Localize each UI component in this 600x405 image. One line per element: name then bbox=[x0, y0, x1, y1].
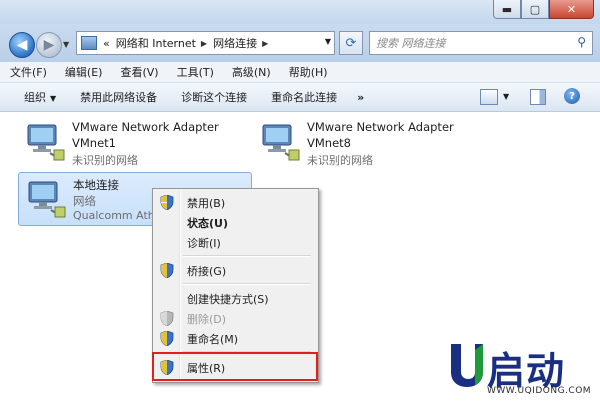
adapter-device: Qualcomm Ath bbox=[73, 209, 155, 222]
menu-item-create-shortcut[interactable]: 创建快捷方式(S) bbox=[155, 288, 315, 308]
menu-item-label: 重命名(M) bbox=[187, 333, 239, 346]
menu-advanced[interactable]: 高级(N) bbox=[226, 64, 277, 80]
adapter-name: VMware Network Adapter bbox=[307, 120, 454, 134]
menu-item-diagnose[interactable]: 诊断(I) bbox=[155, 232, 315, 252]
uqidong-logo: 启动 WWW.UQIDONG.COM bbox=[447, 340, 597, 402]
adapter-device: VMnet8 bbox=[307, 136, 351, 150]
search-icon[interactable]: ⚲ bbox=[577, 35, 586, 49]
adapter-status: 未识别的网络 bbox=[72, 154, 138, 167]
adapter-vmnet8[interactable]: VMware Network Adapter VMnet8 未识别的网络 bbox=[253, 116, 485, 168]
organize-button[interactable]: 组织 ▼ bbox=[24, 89, 56, 105]
diagnose-connection-button[interactable]: 诊断这个连接 bbox=[181, 89, 247, 105]
u-logo-icon bbox=[451, 344, 483, 387]
breadcrumb-network-internet[interactable]: 网络和 Internet bbox=[116, 35, 196, 51]
menu-help[interactable]: 帮助(H) bbox=[283, 64, 334, 80]
adapter-status: 未识别的网络 bbox=[307, 154, 373, 167]
menu-file[interactable]: 文件(F) bbox=[4, 64, 53, 80]
network-adapter-icon bbox=[27, 124, 65, 161]
view-dropdown-icon[interactable]: ▼ bbox=[503, 92, 509, 101]
menu-item-rename[interactable]: 重命名(M) bbox=[155, 328, 315, 348]
maximize-button[interactable]: ▢ bbox=[521, 0, 549, 19]
address-bar[interactable]: « 网络和 Internet ▶ 网络连接 ▶ ▼ bbox=[76, 31, 335, 55]
uac-shield-icon bbox=[160, 195, 174, 210]
close-button[interactable]: ✕ bbox=[549, 0, 594, 19]
properties-highlight-box bbox=[152, 352, 318, 381]
menu-view[interactable]: 查看(V) bbox=[114, 64, 164, 80]
network-folder-icon bbox=[81, 36, 97, 50]
rename-connection-button[interactable]: 重命名此连接 bbox=[271, 89, 337, 105]
adapter-network: 网络 bbox=[73, 194, 96, 208]
logo-url: WWW.UQIDONG.COM bbox=[487, 386, 592, 396]
adapter-device: VMnet1 bbox=[72, 136, 116, 150]
chevron-down-icon: ▼ bbox=[50, 94, 57, 103]
menu-item-bridge[interactable]: 桥接(G) bbox=[155, 260, 315, 280]
disable-device-button[interactable]: 禁用此网络设备 bbox=[80, 89, 157, 105]
navigation-bar: ◀ ▶ ▼ « 网络和 Internet ▶ 网络连接 ▶ ▼ ⟳ 搜索 网络连… bbox=[0, 24, 600, 62]
forward-button[interactable]: ▶ bbox=[36, 32, 62, 58]
search-placeholder: 搜索 网络连接 bbox=[376, 37, 446, 50]
menu-bar: 文件(F) 编辑(E) 查看(V) 工具(T) 高级(N) 帮助(H) bbox=[0, 62, 600, 83]
command-bar: 组织 ▼ 禁用此网络设备 诊断这个连接 重命名此连接 » ▼ ? bbox=[0, 83, 600, 112]
more-commands-button[interactable]: » bbox=[357, 91, 364, 104]
menu-item-status[interactable]: 状态(U) bbox=[155, 212, 315, 232]
menu-item-label: 桥接(G) bbox=[187, 265, 227, 278]
menu-separator bbox=[183, 255, 311, 257]
menu-tools[interactable]: 工具(T) bbox=[171, 64, 220, 80]
menu-item-label: 状态(U) bbox=[187, 217, 228, 230]
uac-shield-icon bbox=[160, 263, 174, 278]
adapter-name: VMware Network Adapter bbox=[72, 120, 219, 134]
adapter-vmnet1[interactable]: VMware Network Adapter VMnet1 未识别的网络 bbox=[18, 116, 250, 168]
uac-shield-icon bbox=[160, 331, 174, 346]
search-input[interactable]: 搜索 网络连接 ⚲ bbox=[369, 31, 593, 55]
breadcrumb-network-connections[interactable]: 网络连接 bbox=[213, 35, 257, 51]
menu-item-label: 创建快捷方式(S) bbox=[187, 293, 269, 306]
change-view-icon[interactable] bbox=[480, 89, 498, 105]
address-overflow[interactable]: « bbox=[103, 37, 110, 50]
back-button[interactable]: ◀ bbox=[9, 32, 35, 58]
breadcrumb-separator-icon[interactable]: ▶ bbox=[201, 39, 207, 48]
recent-pages-dropdown-icon[interactable]: ▼ bbox=[63, 40, 69, 49]
menu-item-label: 删除(D) bbox=[187, 313, 227, 326]
title-bar: ▬ ▢ ✕ bbox=[0, 0, 600, 24]
explorer-window: ▬ ▢ ✕ ◀ ▶ ▼ « 网络和 Internet ▶ 网络连接 ▶ ▼ ⟳ … bbox=[0, 0, 600, 405]
menu-item-label: 禁用(B) bbox=[187, 197, 226, 210]
uac-shield-icon bbox=[160, 311, 174, 326]
preview-pane-icon[interactable] bbox=[530, 89, 546, 105]
menu-item-disable[interactable]: 禁用(B) bbox=[155, 192, 315, 212]
address-dropdown-icon[interactable]: ▼ bbox=[325, 37, 331, 46]
help-icon[interactable]: ? bbox=[564, 88, 580, 104]
network-adapter-icon bbox=[28, 181, 66, 218]
menu-edit[interactable]: 编辑(E) bbox=[59, 64, 109, 80]
breadcrumb-separator-icon[interactable]: ▶ bbox=[262, 39, 268, 48]
minimize-button[interactable]: ▬ bbox=[493, 0, 521, 19]
organize-label: 组织 bbox=[24, 91, 46, 104]
network-adapter-icon bbox=[262, 124, 300, 161]
window-controls: ▬ ▢ ✕ bbox=[493, 0, 594, 19]
refresh-button[interactable]: ⟳ bbox=[339, 31, 363, 55]
menu-separator bbox=[183, 283, 311, 285]
menu-item-label: 诊断(I) bbox=[187, 237, 221, 250]
menu-item-delete[interactable]: 删除(D) bbox=[155, 308, 315, 328]
adapter-name: 本地连接 bbox=[73, 178, 119, 192]
